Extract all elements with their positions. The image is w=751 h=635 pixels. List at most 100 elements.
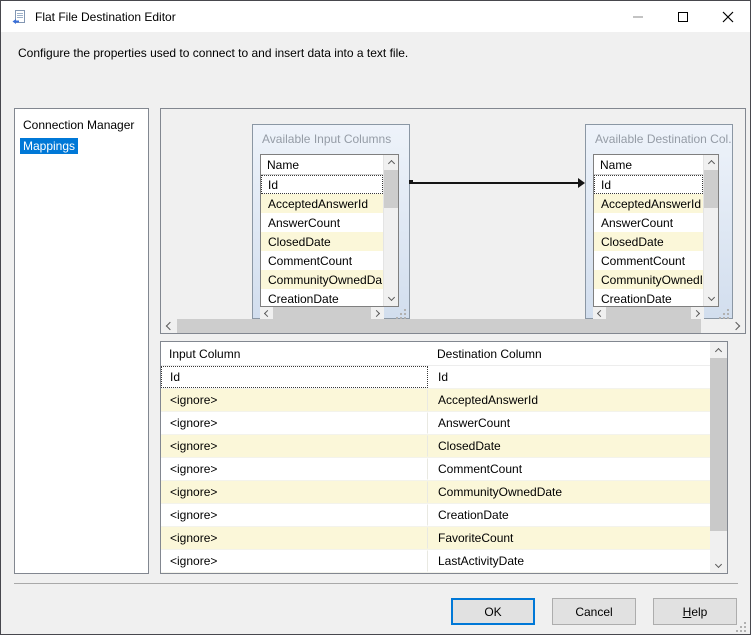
chevron-right-icon <box>373 310 380 317</box>
help-button-label: Help <box>683 605 708 619</box>
column-list-item[interactable]: AnswerCount <box>261 213 383 232</box>
scroll-up-button[interactable] <box>710 342 727 358</box>
close-icon <box>722 11 734 23</box>
input-column-cell[interactable]: <ignore> <box>161 481 428 503</box>
destination-column-cell[interactable]: FavoriteCount <box>428 527 710 549</box>
column-list-item[interactable]: ClosedDate <box>261 232 383 251</box>
input-column-cell[interactable]: <ignore> <box>161 504 428 526</box>
scroll-up-button[interactable] <box>384 155 398 170</box>
destination-column-cell[interactable]: Id <box>428 366 710 388</box>
available-destination-columns-box: Available Destination Col... Name IdAcce… <box>585 124 733 319</box>
scroll-up-button[interactable] <box>704 155 718 170</box>
destination-column-cell[interactable]: CommunityOwnedDate <box>428 481 710 503</box>
destination-column-cell[interactable]: AnswerCount <box>428 412 710 434</box>
destination-column-cell[interactable]: LastActivityDate <box>428 550 710 572</box>
grid-header-row: Input Column Destination Column <box>161 342 710 366</box>
destination-list-name-header[interactable]: Name <box>594 155 703 175</box>
sidebar-item-label: Connection Manager <box>20 117 137 133</box>
scroll-left-button[interactable] <box>161 319 177 333</box>
chevron-right-icon <box>693 310 700 317</box>
mapping-row: <ignore>AcceptedAnswerId <box>161 389 710 412</box>
scroll-thumb[interactable] <box>384 170 398 208</box>
scroll-right-button[interactable] <box>729 319 745 333</box>
cancel-button-label: Cancel <box>575 605 612 619</box>
column-list-item[interactable]: Id <box>594 175 703 194</box>
destination-column-cell[interactable]: CommentCount <box>428 458 710 480</box>
sidebar-item-mappings[interactable]: Mappings <box>15 135 148 156</box>
mapping-arrow-head-icon <box>578 178 585 188</box>
scroll-down-button[interactable] <box>710 557 727 573</box>
flat-file-destination-editor-dialog: Flat File Destination Editor Configure t… <box>0 0 751 635</box>
column-list-item[interactable]: CreationDate <box>594 289 703 306</box>
input-columns-list: Name IdAcceptedAnswerIdAnswerCountClosed… <box>260 154 399 307</box>
window-title: Flat File Destination Editor <box>35 10 176 24</box>
input-list-name-header[interactable]: Name <box>261 155 383 175</box>
destination-column-cell[interactable]: ClosedDate <box>428 435 710 457</box>
destination-list-vscrollbar[interactable] <box>703 155 718 306</box>
mappings-grid: Input Column Destination Column IdId<ign… <box>160 341 728 574</box>
chevron-left-icon <box>166 322 174 330</box>
mapping-row: <ignore>FavoriteCount <box>161 527 710 550</box>
column-list-item[interactable]: CommunityOwnedDate <box>594 270 703 289</box>
input-list-vscrollbar[interactable] <box>383 155 398 306</box>
window-controls <box>615 1 750 32</box>
mapping-row: <ignore>CommentCount <box>161 458 710 481</box>
help-button[interactable]: Help <box>653 598 737 625</box>
scroll-thumb[interactable] <box>710 358 727 531</box>
scroll-down-button[interactable] <box>704 291 718 306</box>
scroll-thumb[interactable] <box>177 319 701 333</box>
destination-box-title: Available Destination Col... <box>586 125 732 146</box>
footer-separator <box>14 583 738 584</box>
column-list-item[interactable]: CommentCount <box>261 251 383 270</box>
ok-button[interactable]: OK <box>451 598 535 625</box>
input-columns-rows: IdAcceptedAnswerIdAnswerCountClosedDateC… <box>261 175 383 306</box>
destination-column-header[interactable]: Destination Column <box>428 342 710 366</box>
column-list-item[interactable]: AcceptedAnswerId <box>594 194 703 213</box>
sidebar-item-label: Mappings <box>20 138 78 154</box>
mapping-row: IdId <box>161 366 710 389</box>
minimize-icon <box>633 16 643 18</box>
destination-column-cell[interactable]: AcceptedAnswerId <box>428 389 710 411</box>
input-column-cell[interactable]: <ignore> <box>161 389 428 411</box>
column-list-item[interactable]: CreationDate <box>261 289 383 306</box>
chevron-down-icon <box>387 294 394 301</box>
column-list-item[interactable]: CommunityOwnedDate <box>261 270 383 289</box>
grid-vscrollbar[interactable] <box>710 342 727 573</box>
maximize-button[interactable] <box>660 1 705 32</box>
cancel-button[interactable]: Cancel <box>552 598 636 625</box>
mapping-arrow[interactable] <box>411 182 579 184</box>
minimize-button <box>615 1 660 32</box>
input-column-cell[interactable]: <ignore> <box>161 435 428 457</box>
close-button[interactable] <box>705 1 750 32</box>
chevron-up-icon <box>707 160 714 167</box>
column-list-item[interactable]: ClosedDate <box>594 232 703 251</box>
sidebar-item-connection-manager[interactable]: Connection Manager <box>15 114 148 135</box>
input-column-cell[interactable]: <ignore> <box>161 527 428 549</box>
destination-columns-list: Name IdAcceptedAnswerIdAnswerCountClosed… <box>593 154 719 307</box>
flat-file-destination-icon <box>11 9 27 25</box>
mapping-row: <ignore>AnswerCount <box>161 412 710 435</box>
input-box-title: Available Input Columns <box>253 125 409 146</box>
input-column-cell[interactable]: Id <box>161 366 428 388</box>
maximize-icon <box>678 12 688 22</box>
resize-grip-icon <box>404 309 406 311</box>
destination-column-cell[interactable]: CreationDate <box>428 504 710 526</box>
scroll-thumb[interactable] <box>704 170 718 208</box>
canvas-hscrollbar[interactable] <box>161 319 745 333</box>
dialog-description: Configure the properties used to connect… <box>18 46 408 60</box>
input-column-cell[interactable]: <ignore> <box>161 550 428 572</box>
window-resize-grip-icon[interactable] <box>744 622 746 624</box>
input-column-cell[interactable]: <ignore> <box>161 412 428 434</box>
column-list-item[interactable]: AcceptedAnswerId <box>261 194 383 213</box>
sidebar: Connection Manager Mappings <box>14 108 149 574</box>
destination-columns-rows: IdAcceptedAnswerIdAnswerCountClosedDateC… <box>594 175 703 306</box>
chevron-down-icon <box>715 560 722 567</box>
input-column-cell[interactable]: <ignore> <box>161 458 428 480</box>
column-list-item[interactable]: Id <box>261 175 383 194</box>
column-list-item[interactable]: CommentCount <box>594 251 703 270</box>
title-bar[interactable]: Flat File Destination Editor <box>1 1 750 32</box>
input-column-header[interactable]: Input Column <box>161 342 428 366</box>
column-list-item[interactable]: AnswerCount <box>594 213 703 232</box>
ok-button-label: OK <box>484 605 501 619</box>
scroll-down-button[interactable] <box>384 291 398 306</box>
